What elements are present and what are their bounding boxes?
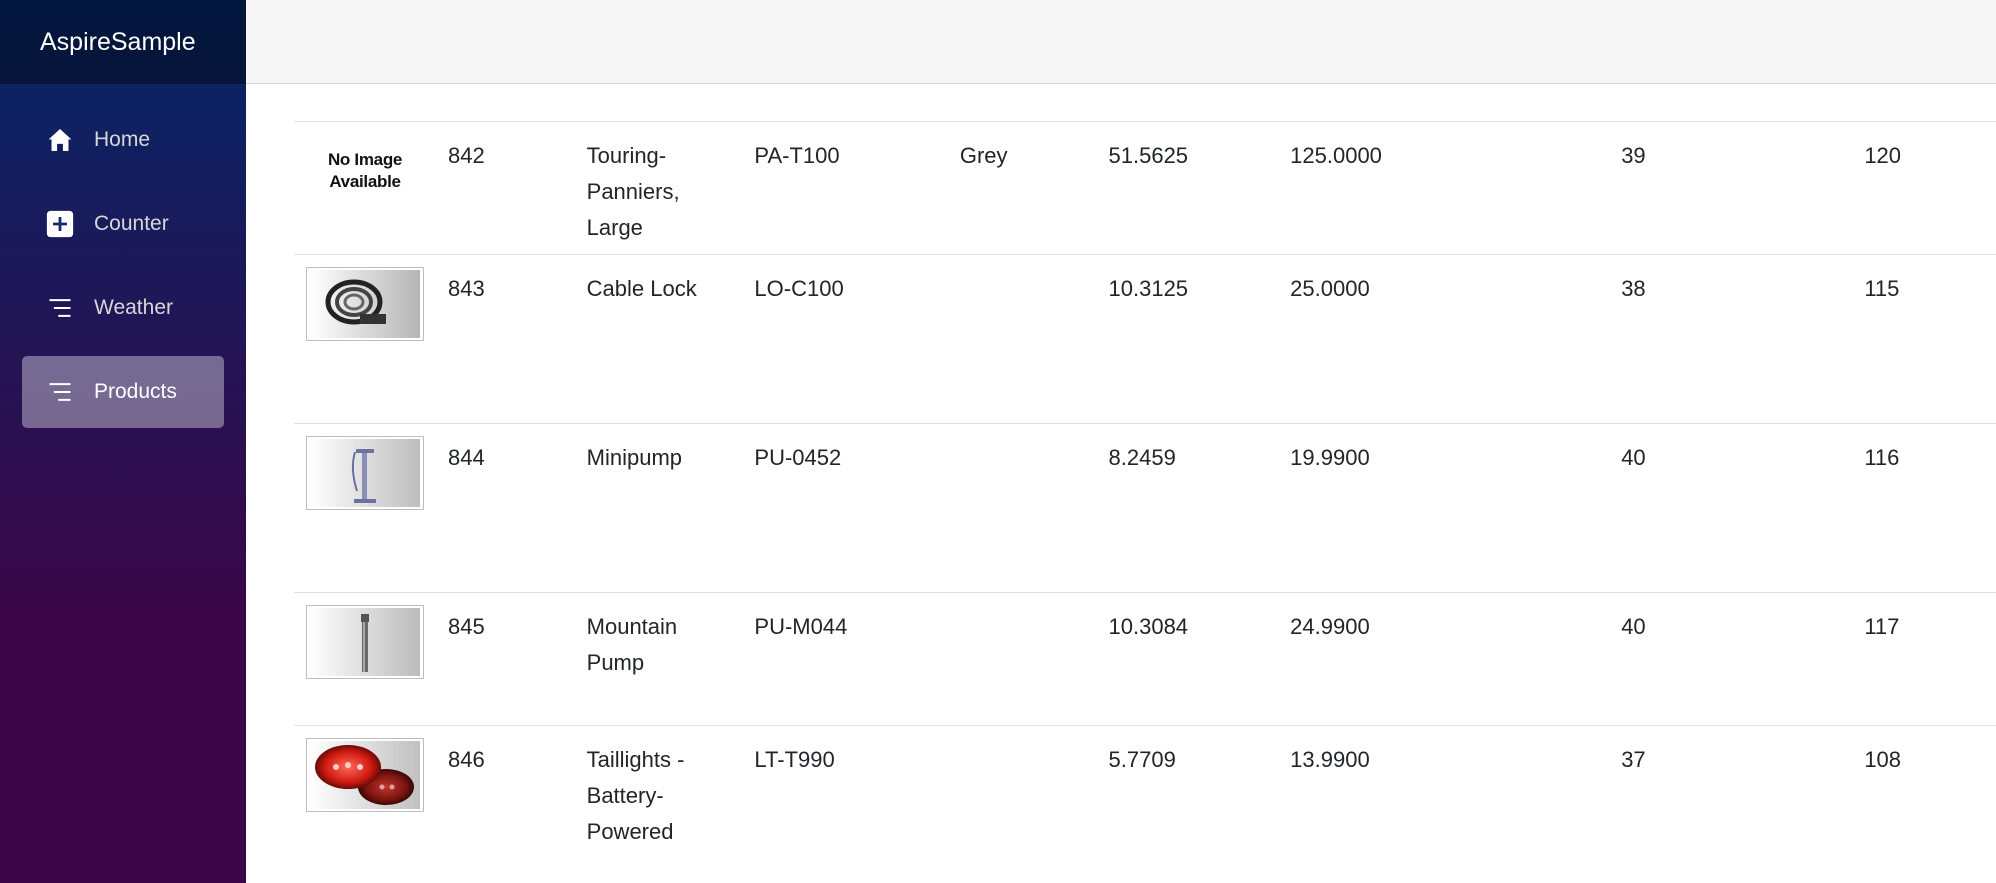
nav-menu: Home Counter Weather Products: [0, 84, 246, 428]
product-col8: 40: [1609, 592, 1853, 726]
product-col9: 120: [1852, 121, 1996, 255]
product-name: Taillights - Battery-Powered: [574, 725, 743, 859]
product-col8: 40: [1609, 423, 1853, 593]
table-row: 846 Taillights - Battery-Powered LT-T990…: [294, 725, 1996, 859]
product-price: 125.0000: [1278, 121, 1610, 255]
product-cost: 51.5625: [1096, 121, 1279, 255]
nav-item-label: Home: [94, 128, 151, 151]
minipump-thumbnail: [306, 436, 424, 510]
brand-label: AspireSample: [40, 27, 196, 56]
taillights-thumbnail: [306, 738, 424, 812]
plus-square-icon: [46, 210, 74, 238]
product-cost: 5.7709: [1096, 725, 1279, 859]
top-row: [246, 0, 1996, 84]
product-col9: 115: [1852, 254, 1996, 424]
nav-item-home[interactable]: Home: [22, 104, 224, 176]
app-brand[interactable]: AspireSample: [0, 0, 246, 84]
product-price: 19.9900: [1278, 423, 1610, 593]
product-number: PU-0452: [742, 423, 948, 593]
no-image-line: Available: [329, 172, 401, 191]
product-name: Mountain Pump: [574, 592, 743, 726]
product-id: 842: [436, 121, 575, 255]
product-id: 843: [436, 254, 575, 424]
product-cost: 10.3084: [1096, 592, 1279, 726]
product-number: LO-C100: [742, 254, 948, 424]
product-col9: 116: [1852, 423, 1996, 593]
sidebar: AspireSample Home Counter Weather Produc…: [0, 0, 246, 883]
list-icon: [46, 378, 74, 406]
product-price: 24.9900: [1278, 592, 1610, 726]
product-number: PA-T100: [742, 121, 948, 255]
product-color: [947, 423, 1097, 593]
product-id: 846: [436, 725, 575, 859]
product-image-cell: [294, 423, 436, 593]
nav-item-label: Counter: [94, 212, 169, 235]
table-row: 845 Mountain Pump PU-M044 10.3084 24.990…: [294, 592, 1996, 726]
home-icon: [46, 126, 74, 154]
product-image-cell: [294, 592, 436, 726]
nav-item-weather[interactable]: Weather: [22, 272, 224, 344]
product-image-cell: [294, 725, 436, 859]
product-color: [947, 254, 1097, 424]
nav-item-label: Weather: [94, 296, 173, 319]
no-image-thumbnail: No Image Available: [306, 134, 424, 208]
list-icon: [46, 294, 74, 322]
nav-item-label: Products: [94, 380, 177, 403]
product-price: 25.0000: [1278, 254, 1610, 424]
no-image-line: No Image: [327, 150, 403, 169]
products-table: No Image Available 842 Touring-Panniers,…: [294, 121, 1996, 859]
product-id: 845: [436, 592, 575, 726]
product-cost: 8.2459: [1096, 423, 1279, 593]
product-color: [947, 725, 1097, 859]
product-cost: 10.3125: [1096, 254, 1279, 424]
product-name: Minipump: [574, 423, 743, 593]
product-name: Cable Lock: [574, 254, 743, 424]
nav-item-counter[interactable]: Counter: [22, 188, 224, 260]
product-number: PU-M044: [742, 592, 948, 726]
table-row: 843 Cable Lock LO-C100 10.3125 25.0000 3…: [294, 254, 1996, 424]
product-image-cell: No Image Available: [294, 121, 436, 255]
table-row: 844 Minipump PU-0452 8.2459 19.9900 40 1…: [294, 423, 1996, 593]
product-col8: 37: [1609, 725, 1853, 859]
product-id: 844: [436, 423, 575, 593]
nav-item-products[interactable]: Products: [22, 356, 224, 428]
product-col9: 117: [1852, 592, 1996, 726]
product-price: 13.9900: [1278, 725, 1610, 859]
product-name: Touring-Panniers, Large: [574, 121, 743, 255]
product-color: Grey: [947, 121, 1097, 255]
product-number: LT-T990: [742, 725, 948, 859]
cable-lock-thumbnail: [306, 267, 424, 341]
product-col9: 108: [1852, 725, 1996, 859]
mountain-pump-thumbnail: [306, 605, 424, 679]
table-row: No Image Available 842 Touring-Panniers,…: [294, 121, 1996, 255]
product-color: [947, 592, 1097, 726]
product-col8: 39: [1609, 121, 1853, 255]
main-content: No Image Available 842 Touring-Panniers,…: [246, 84, 1996, 883]
product-image-cell: [294, 254, 436, 424]
product-col8: 38: [1609, 254, 1853, 424]
